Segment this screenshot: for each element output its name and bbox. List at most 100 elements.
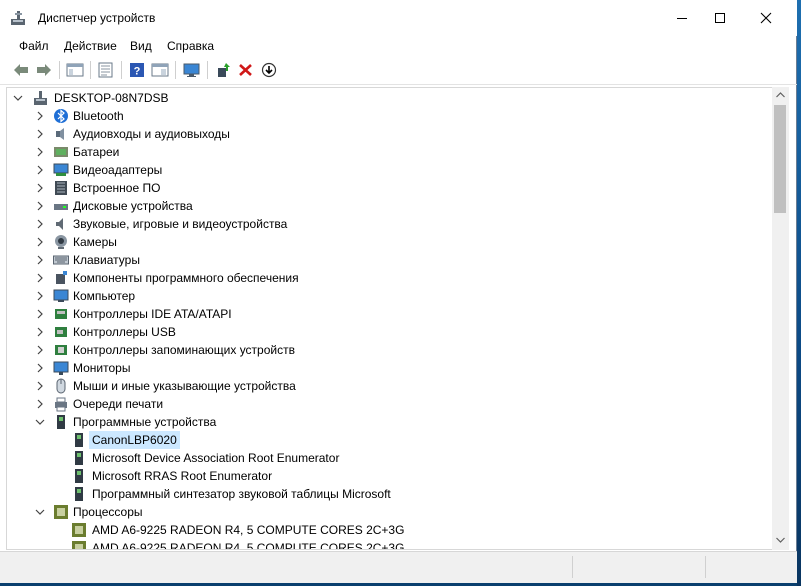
software-device-icon bbox=[71, 432, 87, 448]
chevron-right-icon[interactable] bbox=[35, 143, 45, 161]
print-queue-icon bbox=[53, 396, 69, 412]
tree-device[interactable]: CanonLBP6020 bbox=[7, 431, 767, 449]
properties-icon bbox=[98, 62, 113, 78]
chevron-down-icon[interactable] bbox=[35, 413, 45, 431]
tree-category-label: Контроллеры IDE ATA/ATAPI bbox=[73, 307, 232, 321]
chevron-right-icon[interactable] bbox=[35, 125, 45, 143]
uninstall-button[interactable] bbox=[236, 60, 256, 80]
chevron-right-icon[interactable] bbox=[35, 395, 45, 413]
tree-device[interactable]: Microsoft Device Association Root Enumer… bbox=[7, 449, 767, 467]
chevron-right-icon[interactable] bbox=[35, 215, 45, 233]
tree-category-label: Программные устройства bbox=[73, 415, 217, 429]
tree-category[interactable]: Клавиатуры bbox=[7, 251, 767, 269]
help-button[interactable]: ? bbox=[127, 60, 147, 80]
menu-file[interactable]: Файл bbox=[19, 37, 49, 55]
scroll-down-icon bbox=[776, 537, 785, 543]
tree-category[interactable]: Программные устройства bbox=[7, 413, 767, 431]
processor-icon bbox=[71, 522, 87, 538]
scrollbar-thumb[interactable] bbox=[774, 105, 786, 213]
chevron-right-icon[interactable] bbox=[35, 359, 45, 377]
chevron-right-icon[interactable] bbox=[35, 287, 45, 305]
tree-category[interactable]: Контроллеры IDE ATA/ATAPI bbox=[7, 305, 767, 323]
help-icon: ? bbox=[130, 63, 144, 78]
chevron-right-icon[interactable] bbox=[35, 377, 45, 395]
properties-button[interactable] bbox=[96, 60, 116, 80]
update-driver-icon bbox=[218, 63, 230, 77]
tree-category-label: Контроллеры запоминающих устройств bbox=[73, 343, 295, 357]
software-component-icon bbox=[53, 270, 69, 286]
tree-root[interactable]: DESKTOP-08N7DSB bbox=[7, 89, 767, 107]
window-title: Диспетчер устройств bbox=[38, 11, 156, 25]
tree-category[interactable]: Камеры bbox=[7, 233, 767, 251]
forward-button[interactable] bbox=[34, 60, 54, 80]
chevron-right-icon[interactable] bbox=[35, 107, 45, 125]
close-button[interactable] bbox=[743, 0, 789, 36]
status-segment-3 bbox=[705, 556, 796, 578]
computer-root-icon bbox=[33, 90, 49, 106]
disable-button[interactable] bbox=[259, 60, 279, 80]
svg-text:?: ? bbox=[134, 66, 141, 78]
chevron-right-icon[interactable] bbox=[35, 179, 45, 197]
tree-device-label: Microsoft Device Association Root Enumer… bbox=[92, 451, 340, 465]
device-tree: DESKTOP-08N7DSB Bluetooth Аудиовходы и ау… bbox=[6, 87, 789, 550]
chevron-right-icon[interactable] bbox=[35, 161, 45, 179]
back-button[interactable] bbox=[11, 60, 31, 80]
firmware-icon bbox=[53, 180, 69, 196]
update-driver-button[interactable] bbox=[214, 60, 234, 80]
chevron-right-icon[interactable] bbox=[35, 233, 45, 251]
tree-category[interactable]: Очереди печати bbox=[7, 395, 767, 413]
menu-action[interactable]: Действие bbox=[64, 37, 117, 55]
scroll-up-icon bbox=[776, 92, 785, 98]
scan-hardware-icon bbox=[183, 63, 200, 77]
mouse-icon bbox=[53, 378, 69, 394]
tree-category-label: Батареи bbox=[73, 145, 120, 159]
tree-category[interactable]: Bluetooth bbox=[7, 107, 767, 125]
tree-category[interactable]: Компоненты программного обеспечения bbox=[7, 269, 767, 287]
tree-category[interactable]: Компьютер bbox=[7, 287, 767, 305]
chevron-down-icon[interactable] bbox=[35, 503, 45, 521]
maximize-icon bbox=[715, 13, 725, 23]
tree-root-label: DESKTOP-08N7DSB bbox=[54, 91, 169, 105]
console-tree-button[interactable] bbox=[65, 60, 85, 80]
forward-icon bbox=[37, 64, 51, 76]
tree-category[interactable]: Мониторы bbox=[7, 359, 767, 377]
chevron-right-icon[interactable] bbox=[35, 341, 45, 359]
chevron-right-icon[interactable] bbox=[35, 269, 45, 287]
chevron-right-icon[interactable] bbox=[35, 197, 45, 215]
console-tree-icon bbox=[66, 63, 84, 77]
tree-category[interactable]: Контроллеры USB bbox=[7, 323, 767, 341]
maximize-button[interactable] bbox=[697, 0, 743, 36]
software-device-icon bbox=[71, 486, 87, 502]
ide-controller-icon bbox=[53, 306, 69, 322]
tree-category[interactable]: Дисковые устройства bbox=[7, 197, 767, 215]
tree-device[interactable]: Microsoft RRAS Root Enumerator bbox=[7, 467, 767, 485]
chevron-right-icon[interactable] bbox=[35, 305, 45, 323]
menu-help[interactable]: Справка bbox=[167, 37, 214, 55]
tree-category[interactable]: Аудиовходы и аудиовыходы bbox=[7, 125, 767, 143]
tree-category-label: Звуковые, игровые и видеоустройства bbox=[73, 217, 288, 231]
chevron-right-icon[interactable] bbox=[35, 323, 45, 341]
scan-hardware-button[interactable] bbox=[182, 60, 202, 80]
action-pane-button[interactable] bbox=[150, 60, 170, 80]
audio-io-icon bbox=[53, 126, 69, 142]
disk-drive-icon bbox=[53, 198, 69, 214]
tree-device[interactable]: AMD A6-9225 RADEON R4, 5 COMPUTE CORES 2… bbox=[7, 521, 767, 539]
tree-category[interactable]: Звуковые, игровые и видеоустройства bbox=[7, 215, 767, 233]
battery-icon bbox=[53, 144, 69, 160]
monitor-icon bbox=[53, 360, 69, 376]
tree-category[interactable]: Видеоадаптеры bbox=[7, 161, 767, 179]
tree-category-label: Компоненты программного обеспечения bbox=[73, 271, 299, 285]
chevron-right-icon[interactable] bbox=[35, 251, 45, 269]
close-icon bbox=[760, 12, 772, 24]
tree-category[interactable]: Мыши и иные указывающие устройства bbox=[7, 377, 767, 395]
tree-category[interactable]: Батареи bbox=[7, 143, 767, 161]
tree-category[interactable]: Контроллеры запоминающих устройств bbox=[7, 341, 767, 359]
tree-category[interactable]: Процессоры bbox=[7, 503, 767, 521]
chevron-down-icon[interactable] bbox=[13, 89, 23, 107]
tree-category-label: Компьютер bbox=[73, 289, 136, 303]
tree-category[interactable]: Встроенное ПО bbox=[7, 179, 767, 197]
software-device-icon bbox=[53, 414, 69, 430]
tree-device[interactable]: AMD A6-9225 RADEON R4, 5 COMPUTE CORES 2… bbox=[7, 539, 767, 549]
menu-view[interactable]: Вид bbox=[130, 37, 152, 55]
tree-device[interactable]: Программный синтезатор звуковой таблицы … bbox=[7, 485, 767, 503]
